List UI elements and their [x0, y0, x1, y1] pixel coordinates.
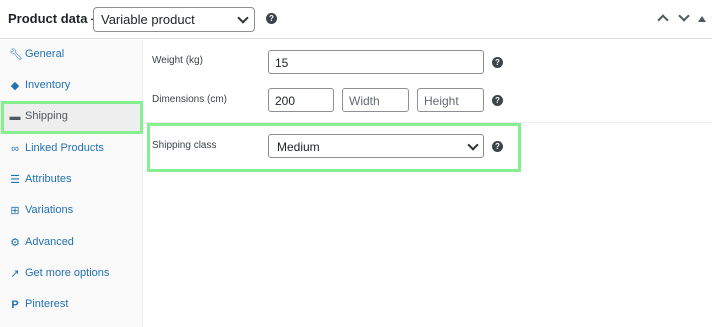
toggle-panel-icon[interactable] — [698, 16, 706, 22]
chevron-down-icon — [237, 12, 249, 24]
tab-label: Inventory — [25, 79, 71, 91]
product-type-value: Variable product — [101, 12, 195, 27]
product-data-title: Product data — — [8, 11, 105, 26]
tab-variations[interactable]: ⊞ Variations — [0, 196, 143, 227]
tab-attributes[interactable]: ☰ Attributes — [0, 165, 143, 196]
dimensions-label: Dimensions (cm) — [152, 94, 228, 105]
plugin-icon: ↗ — [10, 268, 20, 280]
truck-icon: ▬ — [9, 111, 21, 123]
move-up-icon[interactable] — [657, 14, 669, 26]
tab-shipping[interactable]: ▬ Shipping — [0, 102, 143, 133]
help-icon[interactable]: ? — [492, 141, 503, 152]
tab-inventory[interactable]: ◆ Inventory — [0, 71, 143, 102]
tab-label: Pinterest — [25, 298, 69, 310]
tab-label: General — [25, 48, 65, 60]
product-data-tabs: 🔧︎ General ◆ Inventory ▬ Shipping ∞ Link… — [0, 40, 143, 327]
wrench-icon: 🔧︎ — [9, 49, 23, 61]
tab-advanced[interactable]: ⚙ Advanced — [0, 228, 143, 259]
help-icon[interactable]: ? — [492, 57, 503, 68]
help-icon[interactable]: ? — [492, 95, 503, 106]
tag-icon: ◆ — [10, 80, 20, 92]
product-type-select[interactable]: Variable product — [93, 7, 255, 32]
help-icon[interactable]: ? — [266, 13, 277, 24]
shipping-class-label: Shipping class — [152, 140, 217, 151]
link-icon: ∞ — [11, 143, 19, 155]
section-divider — [144, 122, 712, 123]
tab-label: Variations — [25, 204, 74, 216]
product-data-panel: Product data — Variable product ? 🔧︎ Gen… — [0, 0, 712, 327]
shipping-class-value: Medium — [277, 140, 320, 154]
tab-pinterest[interactable]: P Pinterest — [0, 290, 143, 321]
height-input[interactable]: Height — [417, 88, 484, 112]
weight-label: Weight (kg) — [152, 55, 203, 66]
length-input[interactable]: 200 — [268, 88, 334, 112]
grid-icon: ⊞ — [10, 205, 20, 217]
gear-icon: ⚙ — [10, 237, 20, 249]
shipping-class-select[interactable]: Medium — [268, 134, 484, 158]
weight-input[interactable]: 15 — [268, 50, 484, 74]
tab-label: Attributes — [25, 173, 72, 185]
pinterest-icon: P — [11, 299, 19, 311]
tab-label: Linked Products — [25, 142, 104, 154]
chevron-down-icon — [467, 139, 479, 151]
tab-label: Get more options — [25, 267, 110, 279]
list-icon: ☰ — [10, 174, 20, 186]
tab-label: Advanced — [25, 236, 74, 248]
product-data-header: Product data — Variable product ? — [0, 0, 712, 39]
tab-get-more-options[interactable]: ↗ Get more options — [0, 259, 143, 290]
tab-linked-products[interactable]: ∞ Linked Products — [0, 134, 143, 165]
width-input[interactable]: Width — [342, 88, 409, 112]
move-down-icon[interactable] — [678, 10, 690, 22]
tab-general[interactable]: 🔧︎ General — [0, 40, 143, 71]
tab-label: Shipping — [25, 110, 68, 122]
